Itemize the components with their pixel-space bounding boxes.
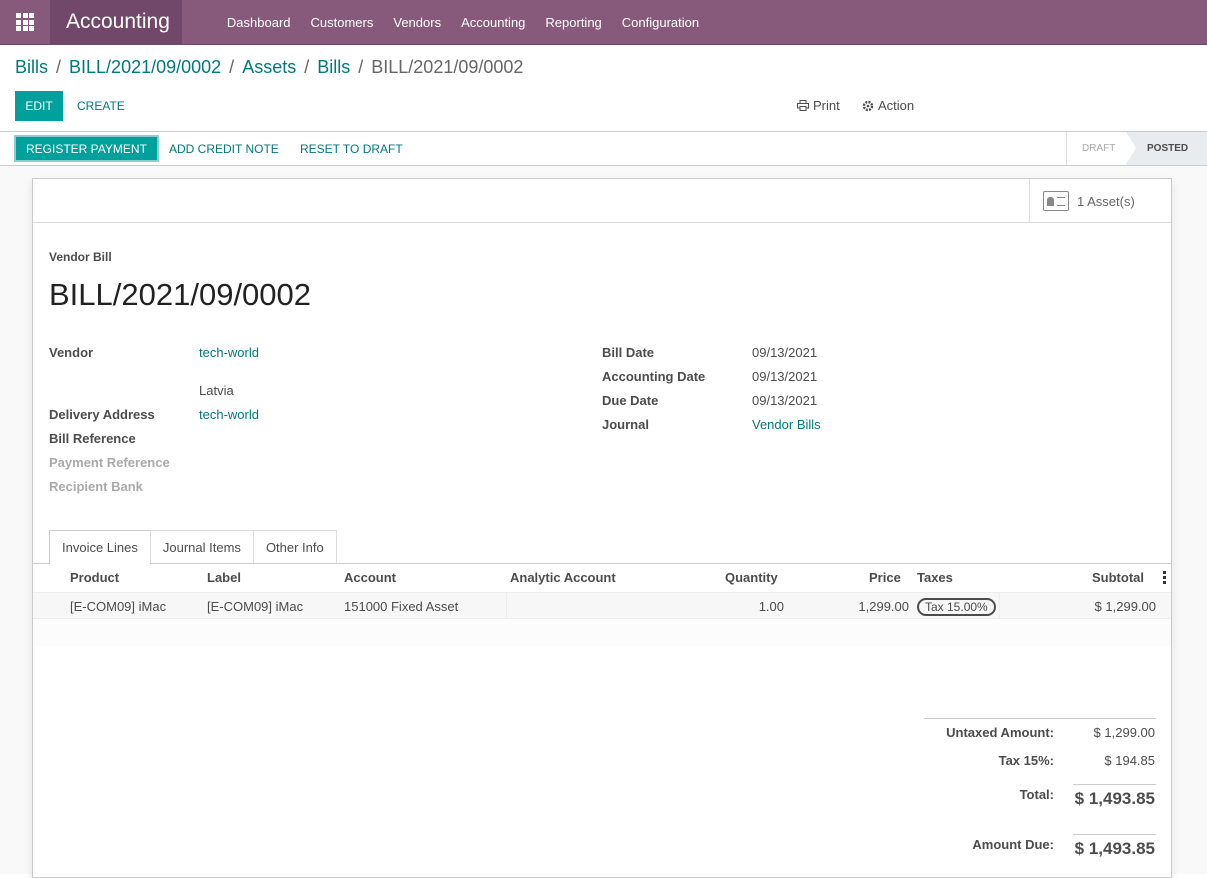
due-date-label: Due Date [602, 393, 659, 408]
column-divider [999, 592, 1000, 619]
top-navbar: Accounting Dashboard Customers Vendors A… [0, 0, 1207, 45]
tax-label: Tax 15%: [998, 753, 1054, 768]
col-analytic-account[interactable]: Analytic Account [510, 570, 616, 585]
accounting-date-value: 09/13/2021 [752, 369, 818, 384]
table-row[interactable]: [E-COM09] iMac [E-COM09] iMac 151000 Fix… [33, 592, 1171, 619]
empty-row [33, 619, 1171, 646]
breadcrumb-bills[interactable]: Bills [15, 57, 48, 78]
untaxed-label: Untaxed Amount: [946, 725, 1054, 740]
action-label: Action [878, 98, 915, 113]
breadcrumb-current: BILL/2021/09/0002 [371, 57, 524, 77]
id-card-icon [1043, 191, 1069, 211]
col-taxes[interactable]: Taxes [917, 570, 953, 585]
delivery-address-label: Delivery Address [49, 407, 155, 422]
tab-journal-items[interactable]: Journal Items [149, 530, 254, 563]
delivery-address-link[interactable]: tech-world [199, 407, 259, 422]
cell-account: 151000 Fixed Asset [344, 599, 459, 614]
breadcrumb-assets[interactable]: Assets [242, 57, 296, 78]
assets-count-label: 1 Asset(s) [1077, 193, 1135, 209]
breadcrumb-separator: / [358, 57, 364, 77]
breadcrumb-separator: / [229, 57, 235, 77]
bill-date-label: Bill Date [602, 345, 655, 360]
col-product[interactable]: Product [70, 570, 119, 585]
print-icon [797, 100, 809, 111]
document-type-label: Vendor Bill [49, 250, 112, 264]
col-label[interactable]: Label [207, 570, 241, 585]
cell-label: [E-COM09] iMac [207, 599, 304, 614]
form-sheet: 1 Asset(s) Vendor Bill BILL/2021/09/0002… [32, 178, 1172, 878]
stage-posted[interactable]: POSTED [1126, 132, 1207, 165]
tab-other-info[interactable]: Other Info [252, 530, 337, 563]
cell-price: 1,299.00 [858, 599, 909, 614]
main-menu: Dashboard Customers Vendors Accounting R… [217, 0, 709, 45]
col-quantity[interactable]: Quantity [725, 570, 778, 585]
optional-columns-icon[interactable] [1163, 571, 1166, 584]
amount-due-value: $ 1,493.85 [1074, 839, 1155, 858]
menu-accounting[interactable]: Accounting [451, 0, 535, 45]
create-button[interactable]: CREATE [77, 99, 125, 113]
gear-icon [862, 100, 874, 111]
total-divider [1073, 784, 1156, 785]
accounting-date-label: Accounting Date [602, 369, 706, 384]
grid-icon [16, 13, 34, 31]
action-button[interactable]: Action [862, 98, 914, 113]
totals-divider [924, 718, 1156, 719]
add-credit-note-button[interactable]: ADD CREDIT NOTE [169, 142, 279, 156]
table-header: Product Label Account Analytic Account Q… [33, 567, 1171, 591]
edit-button[interactable]: EDIT [15, 91, 63, 121]
journal-label: Journal [602, 417, 649, 432]
menu-vendors[interactable]: Vendors [383, 0, 451, 45]
breadcrumb-separator: / [304, 57, 310, 77]
menu-configuration[interactable]: Configuration [612, 0, 709, 45]
column-divider [506, 592, 507, 619]
notebook-tabs: Invoice Lines Journal Items Other Info [49, 530, 337, 564]
tax-value: $ 194.85 [1104, 753, 1155, 768]
vendor-label: Vendor [49, 345, 94, 360]
print-button[interactable]: Print [797, 98, 840, 113]
print-label: Print [813, 98, 840, 113]
button-box: 1 Asset(s) [33, 179, 1171, 223]
cell-quantity: 1.00 [758, 599, 784, 614]
recipient-bank-label: Recipient Bank [49, 479, 143, 494]
menu-dashboard[interactable]: Dashboard [217, 0, 301, 45]
vendor-country: Latvia [199, 383, 234, 398]
menu-reporting[interactable]: Reporting [535, 0, 611, 45]
total-label: Total: [1019, 787, 1054, 802]
status-bar: REGISTER PAYMENT ADD CREDIT NOTE RESET T… [0, 131, 1207, 166]
col-price[interactable]: Price [869, 570, 901, 585]
vendor-link[interactable]: tech-world [199, 345, 259, 360]
untaxed-value: $ 1,299.00 [1093, 725, 1155, 740]
payment-reference-label: Payment Reference [49, 455, 170, 470]
bill-date-value: 09/13/2021 [752, 345, 818, 360]
col-account[interactable]: Account [344, 570, 396, 585]
bill-reference-label: Bill Reference [49, 431, 136, 446]
total-value: $ 1,493.85 [1074, 789, 1155, 808]
breadcrumb: Bills / BILL/2021/09/0002 / Assets / Bil… [15, 57, 523, 78]
amount-due-divider [1073, 834, 1156, 835]
register-payment-button[interactable]: REGISTER PAYMENT [14, 135, 159, 162]
tab-invoice-lines[interactable]: Invoice Lines [49, 530, 151, 564]
col-subtotal[interactable]: Subtotal [1092, 570, 1144, 585]
reset-to-draft-button[interactable]: RESET TO DRAFT [300, 142, 403, 156]
apps-menu-button[interactable] [0, 0, 50, 45]
breadcrumb-bill[interactable]: BILL/2021/09/0002 [69, 57, 221, 78]
breadcrumb-separator: / [56, 57, 62, 77]
amount-due-label: Amount Due: [972, 837, 1054, 852]
tax-badge: Tax 15.00% [917, 598, 996, 616]
cell-product: [E-COM09] iMac [70, 599, 167, 614]
breadcrumb-bills-2[interactable]: Bills [317, 57, 350, 78]
menu-customers[interactable]: Customers [301, 0, 384, 45]
journal-link[interactable]: Vendor Bills [752, 417, 821, 432]
due-date-value: 09/13/2021 [752, 393, 818, 408]
assets-smart-button[interactable]: 1 Asset(s) [1029, 179, 1171, 223]
cell-subtotal: $ 1,299.00 [1094, 599, 1156, 614]
document-title: BILL/2021/09/0002 [49, 277, 312, 312]
app-brand[interactable]: Accounting [50, 0, 182, 45]
